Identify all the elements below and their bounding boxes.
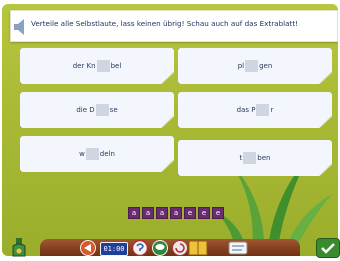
notepad-icon[interactable]	[228, 241, 248, 255]
letter-tile[interactable]: a	[142, 207, 154, 219]
word-suffix: gen	[259, 62, 273, 70]
word-2: pl gen	[178, 48, 332, 84]
back-arrow-icon[interactable]	[80, 240, 96, 256]
letter-drop-slot[interactable]	[95, 104, 109, 116]
letter-tile[interactable]: a	[170, 207, 182, 219]
page-curl	[318, 116, 332, 128]
word-suffix: se	[109, 106, 118, 114]
word-card-1: der Kn bel	[20, 48, 174, 84]
letter-tile[interactable]: e	[212, 207, 224, 219]
word-suffix: bel	[110, 62, 122, 70]
word-card-6: t ben	[178, 140, 332, 176]
page-curl	[318, 72, 332, 84]
check-button[interactable]	[316, 238, 340, 258]
word-5: w deln	[20, 136, 174, 172]
letter-drop-slot[interactable]	[243, 152, 257, 164]
bottle-icon[interactable]	[8, 236, 30, 258]
instruction-text: Verteile alle Selbstlaute, lass keinen ü…	[31, 19, 299, 28]
letter-drop-slot[interactable]	[245, 60, 259, 72]
word-card-5: w deln	[20, 136, 174, 172]
letter-drop-slot[interactable]	[256, 104, 270, 116]
exercise-stage: Verteile alle Selbstlaute, lass keinen ü…	[2, 4, 338, 256]
word-6: t ben	[178, 140, 332, 176]
word-prefix: pl	[237, 62, 245, 70]
word-4: das P r	[178, 92, 332, 128]
timer-display: 01:00	[100, 242, 128, 256]
page-curl	[160, 72, 174, 84]
word-suffix: ben	[257, 154, 271, 162]
word-prefix: w	[79, 150, 85, 158]
checkmark-icon	[321, 243, 335, 254]
word-3: die D se	[20, 92, 174, 128]
letter-drop-slot[interactable]	[96, 60, 110, 72]
word-suffix: deln	[99, 150, 115, 158]
letter-drop-slot[interactable]	[85, 148, 99, 160]
letter-tiles: a a a a e e e	[128, 207, 224, 219]
word-prefix: t	[239, 154, 243, 162]
letter-tile[interactable]: e	[198, 207, 210, 219]
page-curl	[160, 160, 174, 172]
help-icon[interactable]	[132, 240, 148, 256]
letter-tile[interactable]: a	[128, 207, 140, 219]
letter-tile[interactable]: a	[156, 207, 168, 219]
speaker-icon[interactable]	[12, 17, 30, 37]
word-prefix: der Kn	[72, 62, 96, 70]
word-1: der Kn bel	[20, 48, 174, 84]
word-prefix: die D	[76, 106, 95, 114]
reload-icon[interactable]	[172, 240, 188, 256]
speech-bubble-icon[interactable]	[152, 240, 168, 256]
word-card-3: die D se	[20, 92, 174, 128]
word-card-2: pl gen	[178, 48, 332, 84]
word-card-4: das P r	[178, 92, 332, 128]
word-suffix: r	[270, 106, 274, 114]
page-curl	[160, 116, 174, 128]
word-prefix: das P	[236, 106, 256, 114]
book-icon[interactable]	[188, 239, 208, 257]
bottom-toolbar	[40, 239, 300, 256]
instruction-banner: Verteile alle Selbstlaute, lass keinen ü…	[10, 10, 338, 42]
letter-tile[interactable]: e	[184, 207, 196, 219]
